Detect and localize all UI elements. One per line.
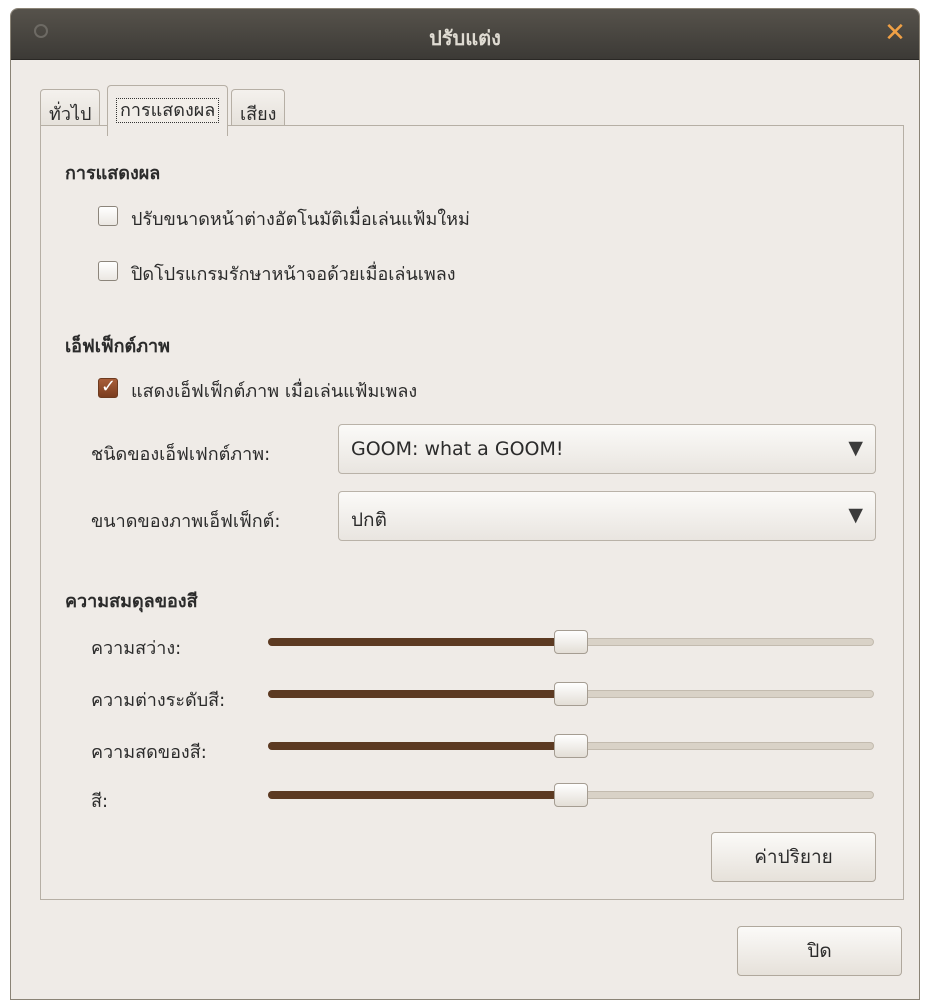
visual-effects-heading: เอ็ฟเฟ็กต์ภาพ xyxy=(65,336,171,357)
tab-label: เสียง xyxy=(240,104,277,125)
auto-resize-label[interactable]: ปรับขนาดหน้าต่างอัตโนมัติเมื่อเล่นแฟ้มให… xyxy=(131,204,470,233)
dropdown-arrow-icon: ▼ xyxy=(848,437,863,459)
disable-screensaver-label[interactable]: ปิดโปรแกรมรักษาหน้าจอด้วยเมื่อเล่นเพลง xyxy=(131,259,456,288)
saturation-slider[interactable] xyxy=(268,734,874,758)
auto-resize-checkbox[interactable] xyxy=(98,206,118,226)
close-button[interactable]: ปิด xyxy=(737,926,902,976)
slider-fill xyxy=(268,791,572,799)
tab-panel-display: การแสดงผล ปรับขนาดหน้าต่างอัตโนมัติเมื่อ… xyxy=(40,125,904,900)
window-title: ปรับแต่ง xyxy=(429,26,501,50)
color-balance-heading: ความสมดุลของสี xyxy=(65,591,198,612)
effect-type-value: GOOM: what a GOOM! xyxy=(351,438,564,460)
hue-slider[interactable] xyxy=(268,783,874,807)
tab-label: ทั่วไป xyxy=(49,104,92,125)
effect-type-label: ชนิดของเอ็ฟเฟกต์ภาพ: xyxy=(91,444,271,465)
slider-thumb[interactable] xyxy=(554,682,588,706)
hue-label: สี: xyxy=(91,791,109,812)
check-icon: ✓ xyxy=(101,376,117,397)
show-visual-effects-label[interactable]: แสดงเอ็ฟเฟ็กต์ภาพ เมื่อเล่นแฟ้มเพลง xyxy=(131,376,417,405)
display-heading: การแสดงผล xyxy=(65,163,161,184)
effect-size-value: ปกติ xyxy=(351,509,387,531)
slider-fill xyxy=(268,742,572,750)
contrast-slider[interactable] xyxy=(268,682,874,706)
saturation-label: ความสดของสี: xyxy=(91,742,207,763)
slider-fill xyxy=(268,638,572,646)
slider-thumb[interactable] xyxy=(554,734,588,758)
close-window-icon[interactable]: ✕ xyxy=(883,20,907,46)
slider-thumb[interactable] xyxy=(554,783,588,807)
tab-display[interactable]: การแสดงผล xyxy=(107,85,229,136)
dropdown-arrow-icon: ▼ xyxy=(848,504,863,526)
brightness-label: ความสว่าง: xyxy=(91,638,182,659)
tab-label: การแสดงผล xyxy=(116,98,220,123)
slider-fill xyxy=(268,690,572,698)
title-bar[interactable]: ปรับแต่ง ✕ xyxy=(11,9,919,60)
preferences-window: ปรับแต่ง ✕ ทั่วไป การแสดงผล เสียง การแสด… xyxy=(10,8,920,1000)
show-visual-effects-checkbox[interactable]: ✓ xyxy=(98,376,118,398)
slider-thumb[interactable] xyxy=(554,630,588,654)
reset-defaults-button[interactable]: ค่าปริยาย xyxy=(711,832,876,882)
contrast-label: ความต่างระดับสี: xyxy=(91,690,226,711)
brightness-slider[interactable] xyxy=(268,630,874,654)
effect-type-combo[interactable]: GOOM: what a GOOM! ▼ xyxy=(338,424,876,474)
effect-size-label: ขนาดของภาพเอ็ฟเฟ็กต์: xyxy=(91,511,281,532)
disable-screensaver-checkbox[interactable] xyxy=(98,261,118,281)
effect-size-combo[interactable]: ปกติ ▼ xyxy=(338,491,876,541)
